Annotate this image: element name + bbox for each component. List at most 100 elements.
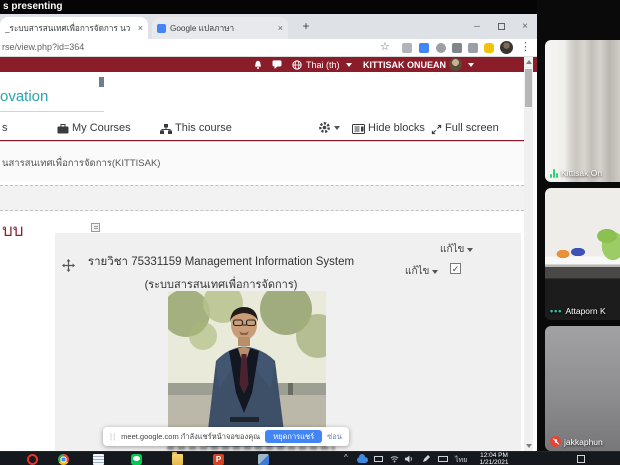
nav-divider [0, 140, 524, 142]
course-section-card: แก้ไข รายวิชา 75331159 Management Inform… [55, 233, 521, 451]
maximize-button[interactable] [489, 14, 513, 39]
hide-blocks-icon [352, 124, 365, 134]
clock-date: 1/21/2021 [474, 459, 514, 465]
messages-icon[interactable] [272, 60, 282, 69]
tab-title: Google แปลภาษา [170, 22, 274, 35]
nav-item-fragment[interactable]: s [2, 122, 8, 134]
caret-down-icon [467, 248, 473, 252]
tab-close-icon[interactable]: × [138, 23, 143, 33]
scroll-down-icon[interactable] [526, 444, 532, 448]
course-title: รายวิชา 75331159 Management Information … [55, 253, 387, 293]
scroll-up-icon[interactable] [526, 60, 532, 64]
moodle-page: ovation s My Courses This course [0, 72, 524, 451]
sitemap-icon [160, 124, 172, 134]
browser-profile-avatar[interactable] [500, 41, 513, 54]
participant-tile[interactable]: jakkaphun [545, 326, 620, 451]
close-button[interactable]: × [513, 14, 537, 39]
extension-icon[interactable] [402, 43, 412, 53]
google-translate-icon [157, 24, 166, 33]
language-menu[interactable]: Thai (th) [306, 60, 340, 70]
tab-title: _ระบบสารสนเทศเพื่อการจัดการ นว [5, 22, 134, 35]
scrollbar-thumb[interactable] [525, 69, 532, 107]
speaking-indicator-icon: ••• [550, 306, 562, 316]
instructor-portrait [168, 291, 326, 447]
share-status-text: meet.google.com กำลังแชร์หน้าจอของคุณ [121, 431, 260, 443]
network-share-icon[interactable] [258, 454, 269, 465]
tab-course[interactable]: _ระบบสารสนเทศเพื่อการจัดการ นว × [0, 17, 148, 39]
onedrive-cloud-icon[interactable] [357, 457, 368, 463]
nav-item-full-screen[interactable]: Full screen [445, 122, 499, 134]
caret-down-icon [346, 63, 352, 67]
edit-menu-top[interactable]: แก้ไข [440, 242, 473, 257]
address-bar: rse/view.php?id=364 ☆ ⋮ [0, 39, 537, 57]
edit-label: แก้ไข [405, 264, 429, 279]
browser-menu-icon[interactable]: ⋮ [520, 40, 531, 53]
hide-share-bar-link[interactable]: ซ่อน [327, 431, 342, 443]
windows-taskbar: P ^ ไทย 12:04 PM 1/21/2021 [0, 451, 620, 465]
select-activity-checkbox[interactable]: ✓ [450, 263, 461, 274]
site-logo-fragment [99, 77, 104, 87]
tab-google-translate[interactable]: Google แปลภาษา × [152, 17, 288, 39]
divider [0, 111, 104, 112]
extension-icon[interactable] [419, 43, 429, 53]
pen-icon[interactable] [422, 455, 430, 463]
globe-language-icon[interactable] [292, 60, 302, 70]
user-avatar[interactable] [449, 58, 462, 71]
muted-mic-icon [550, 436, 561, 447]
drag-handle-icon[interactable]: || [110, 432, 116, 441]
caret-down-icon [334, 126, 340, 130]
caret-down-icon [468, 63, 474, 67]
notepad-icon[interactable] [93, 454, 104, 465]
tab-close-icon[interactable]: × [278, 23, 283, 33]
bookmark-star-icon[interactable]: ☆ [380, 40, 390, 53]
caret-down-icon [432, 270, 438, 274]
line-app-icon[interactable] [131, 454, 142, 465]
url-field[interactable]: rse/view.php?id=364 [2, 42, 84, 52]
nav-item-my-courses[interactable]: My Courses [72, 122, 131, 134]
meet-share-bar: || meet.google.com กำลังแชร์หน้าจอของคุณ… [103, 427, 349, 446]
blurred-text-line [167, 446, 335, 450]
touch-keyboard-icon[interactable] [438, 456, 448, 462]
edit-menu-activity[interactable]: แก้ไข [405, 264, 438, 279]
tray-chevron-icon[interactable]: ^ [344, 453, 348, 462]
thumbs-up-extension-icon[interactable] [484, 43, 494, 53]
course-photo [168, 291, 326, 447]
participant-name: Attaporn K [565, 306, 605, 316]
file-explorer-icon[interactable] [172, 454, 183, 465]
wifi-icon[interactable] [390, 455, 399, 463]
page-scrollbar[interactable] [524, 57, 533, 451]
extension-icon[interactable] [468, 43, 478, 53]
screen: s presenting _ระบบสารสนเทศเพื่อการจัดการ… [0, 0, 620, 465]
moodle-header: Thai (th) KITTISAK ONUEAN [0, 57, 537, 72]
browser-window: _ระบบสารสนเทศเพื่อการจัดการ นว × Google … [0, 14, 537, 451]
speaker-icon[interactable] [405, 455, 414, 463]
input-language-indicator[interactable]: ไทย [455, 455, 467, 465]
briefcase-icon [57, 124, 69, 134]
participant-tile[interactable]: ••• Attaporn K [545, 188, 620, 320]
taskbar-clock[interactable]: 12:04 PM 1/21/2021 [474, 452, 514, 465]
window-controls: – × [465, 14, 537, 39]
powerpoint-icon[interactable]: P [213, 454, 224, 465]
stop-sharing-button[interactable]: หยุดการแชร์ [265, 430, 322, 443]
tab-strip: _ระบบสารสนเทศเพื่อการจัดการ นว × Google … [0, 14, 537, 39]
extension-icon[interactable] [436, 43, 446, 53]
site-logo-text[interactable]: ovation [0, 88, 48, 105]
edit-label: แก้ไข [440, 242, 464, 257]
nav-item-hide-blocks[interactable]: Hide blocks [368, 122, 425, 134]
minimize-button[interactable]: – [465, 14, 489, 39]
new-tab-button[interactable]: + [298, 18, 314, 34]
gear-icon[interactable] [318, 121, 331, 134]
participant-name: jakkaphun [564, 437, 603, 447]
user-menu[interactable]: KITTISAK ONUEAN [363, 60, 446, 70]
maximize-icon [498, 23, 505, 30]
notifications-bell-icon[interactable] [253, 60, 263, 70]
extension-icon[interactable] [452, 43, 462, 53]
breadcrumb[interactable]: นสารสนเทศเพื่อการจัดการ(KITTISAK) [2, 156, 160, 171]
participant-tile[interactable]: Kittisak On [545, 40, 620, 182]
opera-icon[interactable] [27, 454, 38, 465]
chrome-icon[interactable] [58, 454, 69, 465]
edit-summary-icon[interactable] [91, 223, 100, 232]
nav-item-this-course[interactable]: This course [175, 122, 232, 134]
action-center-icon[interactable] [577, 455, 585, 463]
display-icon[interactable] [374, 456, 383, 462]
